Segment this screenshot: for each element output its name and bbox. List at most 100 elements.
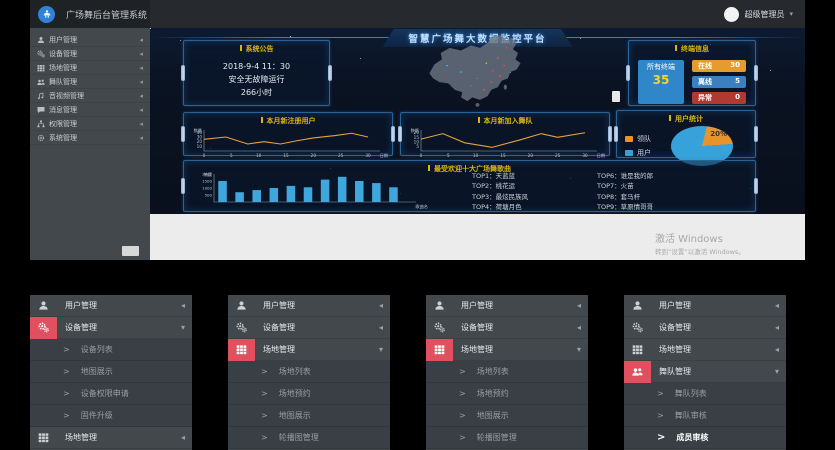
svg-text:10: 10 <box>414 139 420 144</box>
cogs-icon <box>632 322 643 333</box>
svg-text:0: 0 <box>420 153 423 158</box>
scrollbar-thumb[interactable] <box>122 246 139 256</box>
new-users-chart-panel: 本月新注册用户 10203040051015202530数量日期 <box>183 112 393 156</box>
menu-item-cogs[interactable]: 设备管理 ◂ <box>228 317 390 339</box>
sidebar-item-label: 系统管理 <box>49 133 77 143</box>
angle-right-icon: > <box>63 389 70 398</box>
submenu-item[interactable]: >设备权限申请 <box>30 383 192 405</box>
submenu-item[interactable]: >场地预约 <box>228 383 390 405</box>
submenu-item[interactable]: >地图展示 <box>228 405 390 427</box>
grid-icon <box>30 427 57 449</box>
logo-area[interactable]: 广场舞后台管理系统 <box>30 0 150 28</box>
submenu-item[interactable]: >舞队列表 <box>624 383 786 405</box>
svg-text:日期: 日期 <box>380 153 388 159</box>
top-songs-bar-chart: 500100015002000热度歌曲名 <box>190 170 430 210</box>
song-list-item: TOP5：自由飞翔 <box>472 213 528 214</box>
cog-icon <box>37 134 49 142</box>
menu-item-label: 设备管理 <box>255 322 295 333</box>
chevron-left-icon: ◂ <box>379 323 390 332</box>
chevron-left-icon: ◂ <box>775 301 786 310</box>
sidebar-item-cogs[interactable]: 设备管理◂ <box>30 47 150 61</box>
submenu-item[interactable]: >场地预约 <box>426 383 588 405</box>
submenu-item-label: 场地列表 <box>268 366 311 377</box>
song-list-item: TOP8：套马杆 <box>597 192 653 202</box>
chevron-left-icon: ◂ <box>139 50 143 58</box>
menu-item-label: 设备管理 <box>57 322 97 333</box>
legend-item: 领队 <box>625 134 651 144</box>
menu-item-grid[interactable]: 场地管理◂ <box>30 427 192 449</box>
menu-item-user[interactable]: 用户管理◂ <box>426 295 588 317</box>
svg-text:500: 500 <box>205 193 213 198</box>
grid-icon <box>38 432 49 443</box>
panel-bracket <box>181 65 185 81</box>
terminal-total-value: 35 <box>638 72 684 88</box>
menu-item-team[interactable]: 舞队管理▾ <box>624 361 786 383</box>
menu-item-grid[interactable]: 场地管理▾ <box>426 339 588 361</box>
grid-icon <box>37 64 45 72</box>
pie-legend: 领队用户 <box>625 134 651 158</box>
menu-item-user[interactable]: 用户管理 ◂ <box>624 295 786 317</box>
chevron-left-icon: ◂ <box>181 301 192 310</box>
menu-item-label: 设备管理 <box>453 322 493 333</box>
menu-item-cogs[interactable]: 设备管理▾ <box>30 317 192 339</box>
svg-text:1000: 1000 <box>202 186 212 191</box>
submenu-item[interactable]: >场地列表 <box>228 361 390 383</box>
user-icon <box>37 36 45 44</box>
svg-text:15: 15 <box>283 153 289 158</box>
main-screenshot: 广场舞后台管理系统 超级管理员 ▾ 用户管理◂设备管理◂场地管理◂舞队管理◂音视… <box>30 0 805 260</box>
submenu-item[interactable]: >成员审核 <box>624 427 786 449</box>
grid-icon <box>632 344 643 355</box>
sidebar-item-user[interactable]: 用户管理◂ <box>30 33 150 47</box>
submenu-item[interactable]: >地图展示 <box>30 361 192 383</box>
grid-icon <box>426 339 453 361</box>
chevron-left-icon: ◂ <box>379 301 390 310</box>
panel-bracket <box>754 126 758 142</box>
song-list-item: TOP7：火苗 <box>597 181 653 191</box>
sidebar-item-team[interactable]: 舞队管理◂ <box>30 75 150 89</box>
sidebar-panel-venue-expanded-2: 用户管理◂设备管理◂场地管理▾>场地列表>场地预约>地图展示>轮播图管理 <box>426 295 588 450</box>
panel-bracket <box>754 178 758 194</box>
chevron-left-icon: ◂ <box>775 345 786 354</box>
submenu-item-label: 设备列表 <box>70 344 113 355</box>
sidebar-item-sitemap[interactable]: 权限管理◂ <box>30 117 150 131</box>
menu-item-user[interactable]: 用户管理◂ <box>228 295 390 317</box>
sidebar-item-music[interactable]: 音视频管理◂ <box>30 89 150 103</box>
submenu-item[interactable]: >设备列表 <box>30 339 192 361</box>
svg-text:30: 30 <box>582 153 588 158</box>
submenu-item-label: 场地预约 <box>466 388 509 399</box>
menu-item-cogs[interactable]: 设备管理◂ <box>426 317 588 339</box>
menu-item-cogs[interactable]: 设备管理◂ <box>624 317 786 339</box>
panel-bracket <box>181 178 185 194</box>
submenu-item[interactable]: >场地列表 <box>426 361 588 383</box>
dashboard: 智慧广场舞大数据监控平台 系统公告 2018-9-4 11：30 安全无故障运行… <box>150 28 805 214</box>
sidebar-item-label: 消息管理 <box>49 105 77 115</box>
user-icon <box>426 295 453 317</box>
team-icon <box>37 78 45 86</box>
submenu-item[interactable]: >地图展示 <box>426 405 588 427</box>
svg-text:数量: 数量 <box>411 127 419 134</box>
sidebar-item-cog[interactable]: 系统管理◂ <box>30 131 150 145</box>
song-list-item: TOP2：桃花运 <box>472 181 528 191</box>
angle-right-icon: > <box>459 433 466 442</box>
user-icon <box>37 36 49 44</box>
angle-right-icon: > <box>63 411 70 420</box>
announcement-panel: 系统公告 2018-9-4 11：30 安全无故障运行 266小时 <box>183 40 330 106</box>
chevron-down-icon: ▾ <box>775 367 786 376</box>
menu-item-user[interactable]: 用户管理◂ <box>30 295 192 317</box>
submenu-item[interactable]: >舞队审核 <box>624 405 786 427</box>
user-icon <box>30 295 57 317</box>
submenu-item[interactable]: >固件升级 <box>30 405 192 427</box>
sidebar-item-comment[interactable]: 消息管理◂ <box>30 103 150 117</box>
menu-item-grid[interactable]: 场地管理◂ <box>624 339 786 361</box>
song-list-item: TOP4：荷塘月色 <box>472 202 528 212</box>
menu-item-grid[interactable]: 场地管理▾ <box>228 339 390 361</box>
top-navbar: 广场舞后台管理系统 超级管理员 ▾ <box>30 0 805 28</box>
user-menu[interactable]: 超级管理员 ▾ <box>724 7 805 22</box>
sidebar-item-label: 场地管理 <box>49 63 77 73</box>
submenu-item[interactable]: >轮播图管理 <box>228 427 390 449</box>
svg-text:25: 25 <box>338 153 344 158</box>
submenu-item[interactable]: >轮播图管理 <box>426 427 588 449</box>
menu-item-label: 用户管理 <box>651 300 691 311</box>
sidebar-item-grid[interactable]: 场地管理◂ <box>30 61 150 75</box>
map-control[interactable] <box>612 91 620 102</box>
